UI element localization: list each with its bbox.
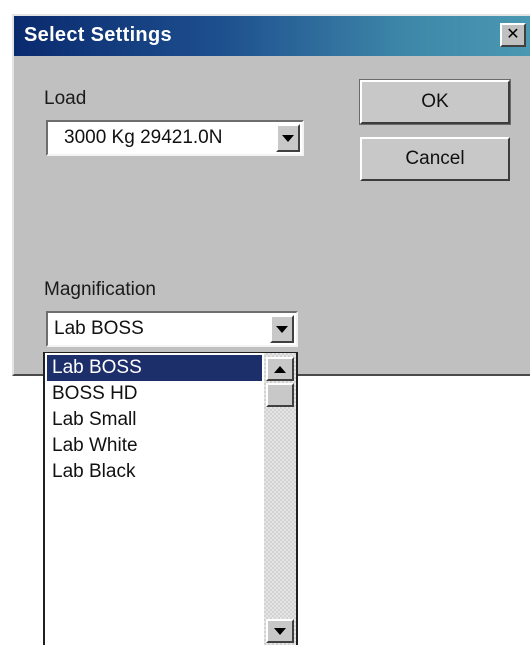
magnification-options-list[interactable]: Lab BOSS BOSS HD Lab Small Lab White Lab… [43, 352, 298, 645]
scroll-thumb[interactable] [266, 383, 294, 407]
list-item-lab-small[interactable]: Lab Small [47, 407, 262, 433]
chevron-down-icon [282, 134, 294, 142]
magnification-dropdown[interactable]: Lab BOSS [46, 311, 298, 347]
scroll-up-arrow-icon [274, 365, 286, 373]
close-button[interactable]: ✕ [500, 23, 526, 47]
list-item-lab-white[interactable]: Lab White [47, 433, 262, 459]
load-dropdown-arrow[interactable] [276, 124, 300, 152]
title-bar[interactable]: Select Settings ✕ [14, 16, 530, 56]
window-title: Select Settings [24, 24, 172, 46]
ok-button[interactable]: OK [359, 79, 511, 125]
screen: Select Settings ✕ Load 3000 Kg 29421.0N … [0, 0, 530, 645]
scroll-down-arrow-icon [274, 627, 286, 635]
magnification-selected-value: Lab BOSS [54, 318, 144, 339]
magnification-label: Magnification [44, 279, 156, 300]
list-item-lab-black[interactable]: Lab Black [47, 459, 262, 485]
chevron-down-icon [276, 325, 288, 333]
close-icon: ✕ [506, 26, 520, 43]
options-container: Lab BOSS BOSS HD Lab Small Lab White Lab… [47, 355, 262, 485]
cancel-button[interactable]: Cancel [360, 137, 510, 181]
magnification-dropdown-arrow[interactable] [270, 315, 294, 343]
load-selected-value: 3000 Kg 29421.0N [64, 127, 223, 148]
load-dropdown[interactable]: 3000 Kg 29421.0N [46, 120, 304, 156]
load-label: Load [44, 88, 87, 109]
vertical-scrollbar[interactable] [264, 353, 296, 645]
scroll-up-button[interactable] [266, 357, 294, 381]
list-item-lab-boss[interactable]: Lab BOSS [47, 355, 262, 381]
scroll-down-button[interactable] [266, 619, 294, 643]
list-item-boss-hd[interactable]: BOSS HD [47, 381, 262, 407]
select-settings-dialog: Select Settings ✕ Load 3000 Kg 29421.0N … [12, 14, 530, 376]
